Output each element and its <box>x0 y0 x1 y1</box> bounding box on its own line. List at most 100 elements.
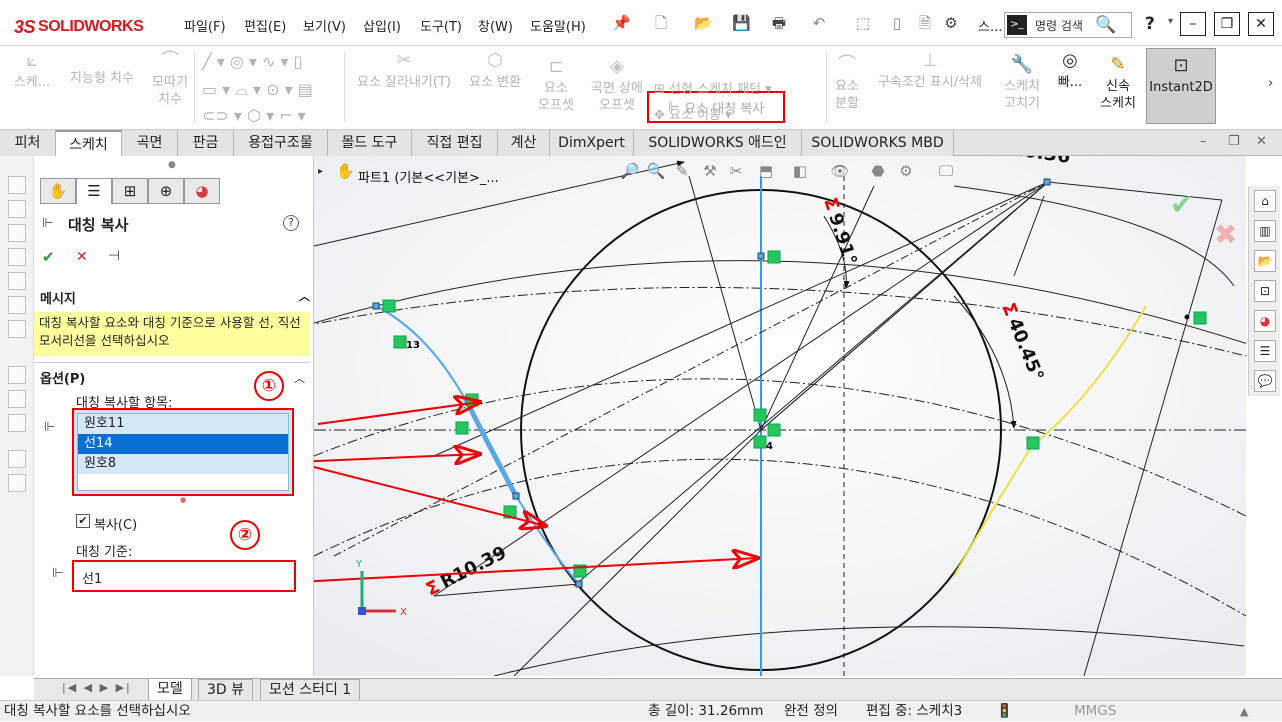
graphics-area[interactable]: 13 4 Σ16.36° Σ9.91° Σ40.45° ΣR10.39 Y X … <box>293 135 1255 677</box>
doc-close-icon[interactable]: ✕ <box>1256 134 1267 149</box>
collapse-chevron-icon[interactable]: ︿ <box>299 288 310 304</box>
relations-button[interactable]: ⊥ 구속조건 표시/삭제 <box>868 52 992 91</box>
save-icon[interactable]: 💾 <box>732 14 751 32</box>
smart-dimension-button[interactable]: 지능형 치수 <box>62 70 142 87</box>
search-icon[interactable]: 🔍 <box>1095 15 1116 35</box>
tab-scroll-icons[interactable]: |◀ ◀ ▶ ▶| <box>62 681 132 694</box>
previous-view-icon[interactable]: ✎ <box>672 162 692 180</box>
copy-checkbox-label[interactable]: 복사(C) <box>94 514 137 533</box>
confirm-cancel-icon[interactable]: ✖ <box>1214 218 1237 251</box>
feature-manager-tab-icon[interactable]: ✋ <box>40 178 76 204</box>
message-section-header[interactable]: 메시지 ︿ <box>40 288 310 313</box>
command-search[interactable]: >_ 명령 검색 🔍 <box>1004 12 1132 38</box>
new-file-icon[interactable]: 🗋 <box>652 14 670 32</box>
options-gear-icon[interactable]: ⚙ <box>942 14 960 32</box>
pushpin-icon[interactable]: ⊣ <box>108 248 120 264</box>
copy-checkbox[interactable]: ✔ <box>76 514 90 528</box>
file-props-icon[interactable]: 🗎 <box>916 14 934 32</box>
sketch-point[interactable] <box>1043 178 1051 186</box>
options-section-header[interactable]: 옵션(P) <box>40 368 85 387</box>
design-library-icon[interactable]: ▥ <box>1254 220 1276 242</box>
tab-model[interactable]: 모델 <box>148 679 192 701</box>
tab-motion-study[interactable]: 모션 스터디 1 <box>260 679 361 701</box>
relation-marker[interactable] <box>1193 311 1207 325</box>
scene-icon[interactable]: ⚙ <box>896 162 916 180</box>
close-button[interactable]: ✕ <box>1248 12 1274 36</box>
instant2d-button[interactable]: ⊡ Instant2D <box>1146 48 1216 124</box>
pin-icon[interactable]: 📌 <box>612 14 631 32</box>
strip-tool-icon[interactable] <box>8 296 26 314</box>
move-entities-button[interactable]: ✥ 요소 이동 ▾ <box>654 104 732 123</box>
repair-sketch-button[interactable]: 🔧 스케치 고치기 <box>998 56 1046 112</box>
rebuild-light-icon[interactable]: 🚦 <box>996 701 1013 722</box>
undo-icon[interactable]: ↶ <box>810 14 828 32</box>
panel-grip-icon[interactable]: ● <box>168 160 176 170</box>
appearance-icon[interactable]: ⬣ <box>868 162 888 180</box>
view-settings-icon[interactable]: 🖵 <box>936 162 956 180</box>
zoom-area-icon[interactable]: 🔍 <box>646 162 666 180</box>
strip-tool-icon[interactable] <box>8 474 26 492</box>
help-icon[interactable]: ? <box>1145 14 1155 34</box>
strip-tool-icon[interactable] <box>8 320 26 338</box>
linear-pattern-button[interactable]: ⊞ 선형 스케치 패턴 ▾ <box>654 78 772 97</box>
strip-tool-icon[interactable] <box>8 248 26 266</box>
rectangle-tool-icon[interactable]: ▭ ▾ ⌓ ▾ ⊙ ▾ ▤ <box>202 80 313 100</box>
trim-button[interactable]: ✂ 요소 잘라내기(T) <box>350 52 458 91</box>
configuration-manager-tab-icon[interactable]: ⊞ <box>112 178 148 204</box>
collapse-chevron-icon[interactable]: ︿ <box>294 370 305 386</box>
tab-3d-view[interactable]: 3D 뷰 <box>198 679 254 701</box>
dynamic-annotation-icon[interactable]: ✂ <box>726 162 746 180</box>
surface-offset-button[interactable]: ◈ 곡면 상에 오프셋 <box>584 58 650 114</box>
section-view-icon[interactable]: ⚒ <box>700 162 720 180</box>
strip-tool-icon[interactable] <box>8 200 26 218</box>
strip-tool-icon[interactable] <box>8 450 26 468</box>
tab-addins[interactable]: SOLIDWORKS 애드인 <box>634 130 802 156</box>
property-manager-tab-icon[interactable]: ☰ <box>76 178 112 204</box>
list-resize-handle[interactable]: ● <box>180 496 186 504</box>
ok-check-icon[interactable]: ✔ <box>42 248 55 266</box>
view-orientation-icon[interactable]: ⬒ <box>756 162 776 180</box>
tab-mbd[interactable]: SOLIDWORKS MBD <box>802 130 954 156</box>
sketch-point[interactable] <box>512 492 520 500</box>
part-tree-node[interactable]: 파트1 (기본<<기본>_... <box>358 167 499 186</box>
menu-file[interactable]: 파일(F) <box>184 16 226 35</box>
convert-entities-button[interactable]: ⬡ 요소 변환 <box>462 52 528 91</box>
rapid-sketch-button[interactable]: ✎ 신속 스케치 <box>1094 56 1142 112</box>
tab-sheet-metal[interactable]: 판금 <box>178 130 234 156</box>
sketch-point[interactable] <box>575 580 583 588</box>
split-entities-button[interactable]: ⌒ 요소 분할 <box>830 56 864 112</box>
custom-properties-icon[interactable]: ☰ <box>1254 340 1276 362</box>
strip-tool-icon[interactable] <box>8 390 26 408</box>
restore-button[interactable]: ❐ <box>1214 12 1240 36</box>
slot-tool-icon[interactable]: ⊂⊃ ▾ ⬡ ▾ ⌐ ▾ <box>202 106 306 125</box>
tab-evaluate[interactable]: 계산 <box>498 130 550 156</box>
strip-tool-icon[interactable] <box>8 176 26 194</box>
menu-tools[interactable]: 도구(T) <box>420 16 462 35</box>
sketch-button[interactable]: ⟀ 스케... <box>12 52 52 91</box>
relation-marker[interactable] <box>753 408 767 422</box>
tab-weldments[interactable]: 용접구조물 <box>234 130 328 156</box>
menu-edit[interactable]: 편집(E) <box>244 16 286 35</box>
strip-tool-icon[interactable] <box>8 366 26 384</box>
sketch-canvas-svg[interactable]: 13 4 Σ16.36° Σ9.91° Σ40.45° ΣR10.39 Y X … <box>293 135 1255 677</box>
display-manager-tab-icon[interactable]: ◕ <box>184 178 220 204</box>
select-icon[interactable]: ⬚ <box>854 14 872 32</box>
tab-features[interactable]: 피처 <box>0 130 56 156</box>
sketch-point[interactable] <box>757 252 765 260</box>
menu-view[interactable]: 보기(V) <box>303 16 346 35</box>
relation-marker[interactable] <box>767 250 781 264</box>
hide-show-icon[interactable]: 👁 <box>830 162 850 180</box>
search-input[interactable]: 명령 검색 <box>1035 17 1093 34</box>
menu-insert[interactable]: 삽입(I) <box>363 16 401 35</box>
strip-tool-icon[interactable] <box>8 224 26 242</box>
print-icon[interactable]: 🖶 <box>770 14 788 32</box>
status-units[interactable]: MMGS <box>1074 701 1116 722</box>
sketch-point[interactable] <box>1184 314 1190 320</box>
relation-marker[interactable] <box>382 299 396 313</box>
home-icon[interactable]: ⌂ <box>1254 190 1276 212</box>
forum-icon[interactable]: 💬 <box>1254 370 1276 392</box>
tab-sketch[interactable]: 스케치 <box>56 130 122 156</box>
list-item-line14[interactable]: 선14 <box>78 434 288 454</box>
file-explorer-icon[interactable]: 📂 <box>1254 250 1276 272</box>
cancel-x-icon[interactable]: ✕ <box>76 249 88 265</box>
